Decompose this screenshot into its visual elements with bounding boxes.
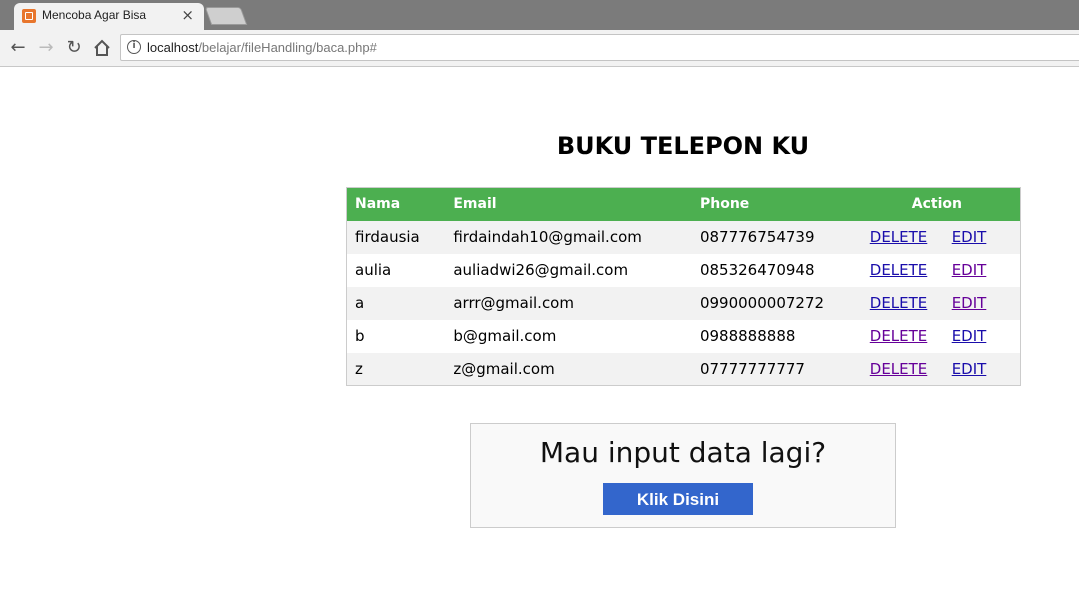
cell-nama: a xyxy=(346,286,446,320)
cell-nama: firdausia xyxy=(346,220,446,254)
cell-phone: 07777777777 xyxy=(691,352,854,386)
xampp-favicon-icon xyxy=(22,9,36,23)
cell-delete: DELETE xyxy=(853,352,944,386)
cell-nama: aulia xyxy=(346,253,446,287)
delete-link[interactable]: DELETE xyxy=(870,228,928,246)
cell-email: b@gmail.com xyxy=(445,319,692,353)
cell-edit: EDIT xyxy=(943,352,1021,386)
cell-delete: DELETE xyxy=(853,319,944,353)
table-header-row: Nama Email Phone Action xyxy=(346,187,1021,221)
delete-link[interactable]: DELETE xyxy=(870,261,928,279)
cell-nama: b xyxy=(346,319,446,353)
page-title: BUKU TELEPON KU xyxy=(556,132,810,160)
edit-link[interactable]: EDIT xyxy=(952,360,987,378)
cell-edit: EDIT xyxy=(943,286,1021,320)
cell-phone: 087776754739 xyxy=(691,220,854,254)
browser-tab[interactable]: Mencoba Agar Bisa × xyxy=(14,3,204,30)
delete-link[interactable]: DELETE xyxy=(870,360,928,378)
header-nama: Nama xyxy=(346,187,446,221)
contacts-table: Nama Email Phone Action firdausia firdai… xyxy=(346,187,1021,386)
close-tab-icon[interactable]: × xyxy=(181,6,194,24)
new-tab-button[interactable] xyxy=(204,7,248,25)
cell-email: z@gmail.com xyxy=(445,352,692,386)
delete-link[interactable]: DELETE xyxy=(870,327,928,345)
delete-link[interactable]: DELETE xyxy=(870,294,928,312)
table-row: firdausia firdaindah10@gmail.com 0877767… xyxy=(346,220,1021,254)
url-text: localhost/belajar/fileHandling/baca.php# xyxy=(147,40,377,55)
reload-icon[interactable]: ↻ xyxy=(62,36,86,60)
info-icon[interactable]: i xyxy=(127,40,141,54)
tab-title: Mencoba Agar Bisa xyxy=(42,8,147,22)
cell-email: arrr@gmail.com xyxy=(445,286,692,320)
header-action: Action xyxy=(853,187,1021,221)
cell-edit: EDIT xyxy=(943,319,1021,353)
edit-link[interactable]: EDIT xyxy=(952,294,987,312)
klik-disini-button[interactable]: Klik Disini xyxy=(603,483,753,515)
cell-email: auliadwi26@gmail.com xyxy=(445,253,692,287)
cell-phone: 0990000007272 xyxy=(691,286,854,320)
cell-phone: 0988888888 xyxy=(691,319,854,353)
cell-edit: EDIT xyxy=(943,253,1021,287)
edit-link[interactable]: EDIT xyxy=(952,228,987,246)
cell-email: firdaindah10@gmail.com xyxy=(445,220,692,254)
table-row: a arrr@gmail.com 0990000007272 DELETE ED… xyxy=(346,286,1021,320)
cell-delete: DELETE xyxy=(853,286,944,320)
address-bar[interactable]: i localhost/belajar/fileHandling/baca.ph… xyxy=(120,34,1079,61)
cell-delete: DELETE xyxy=(853,220,944,254)
cell-phone: 085326470948 xyxy=(691,253,854,287)
header-phone: Phone xyxy=(691,187,854,221)
table-row: z z@gmail.com 07777777777 DELETE EDIT xyxy=(346,352,1021,386)
tab-strip: Mencoba Agar Bisa × xyxy=(0,0,1079,30)
arrow-right-icon[interactable]: → xyxy=(34,36,58,60)
edit-link[interactable]: EDIT xyxy=(952,261,987,279)
input-again-prompt: Mau input data lagi? xyxy=(539,436,827,469)
input-again-panel: Mau input data lagi? Klik Disini xyxy=(470,423,896,528)
cell-delete: DELETE xyxy=(853,253,944,287)
home-icon[interactable] xyxy=(90,36,114,60)
cell-edit: EDIT xyxy=(943,220,1021,254)
arrow-left-icon[interactable]: ← xyxy=(6,36,30,60)
table-row: aulia auliadwi26@gmail.com 085326470948 … xyxy=(346,253,1021,287)
table-row: b b@gmail.com 0988888888 DELETE EDIT xyxy=(346,319,1021,353)
cell-nama: z xyxy=(346,352,446,386)
browser-toolbar: ← → ↻ i localhost/belajar/fileHandling/b… xyxy=(0,30,1079,67)
edit-link[interactable]: EDIT xyxy=(952,327,987,345)
header-email: Email xyxy=(445,187,692,221)
